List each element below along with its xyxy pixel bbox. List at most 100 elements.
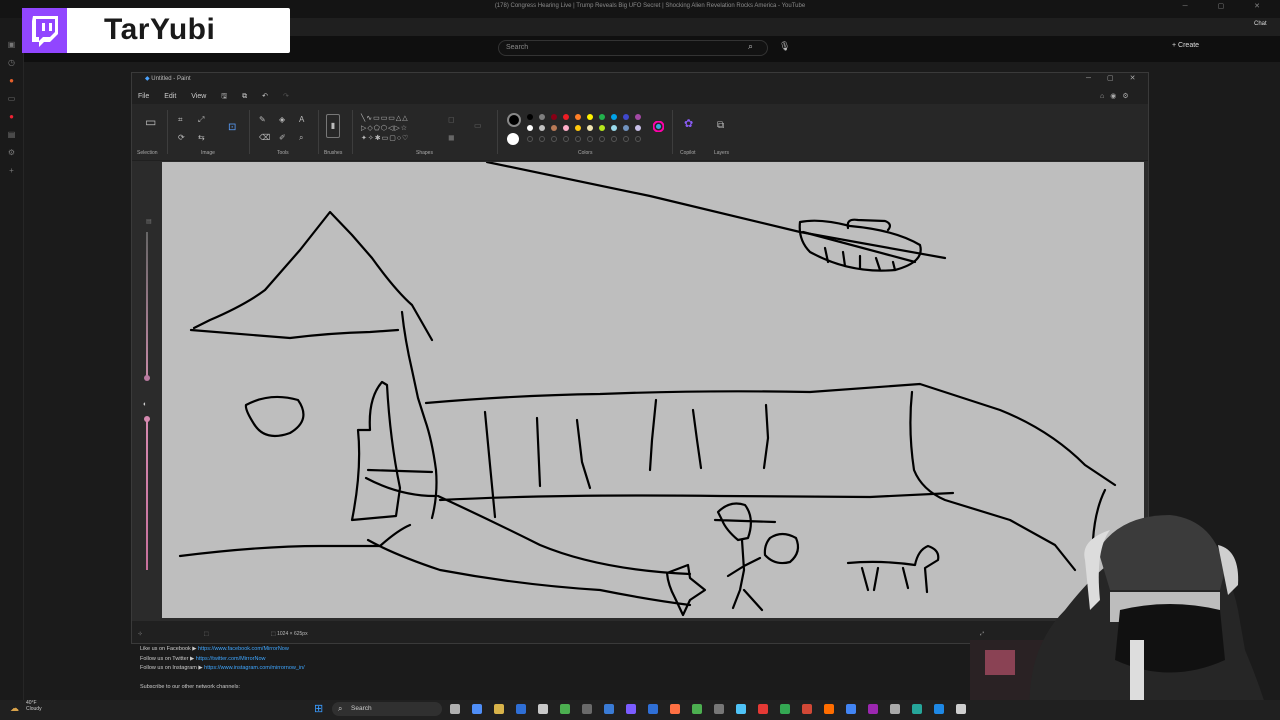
size-slider-track[interactable] bbox=[146, 232, 148, 377]
window-controls[interactable]: ─ ▢ ✕ bbox=[1183, 2, 1274, 10]
taskbar-app-icon[interactable] bbox=[912, 704, 922, 714]
rotate-icon[interactable]: ⟳ bbox=[178, 134, 185, 142]
empty-color-slot[interactable] bbox=[587, 136, 593, 142]
fill-icon[interactable]: ◈ bbox=[279, 116, 285, 124]
youtube-icon[interactable]: ● bbox=[7, 112, 16, 121]
text-icon[interactable]: A bbox=[299, 116, 304, 124]
taskbar-app-icon[interactable] bbox=[450, 704, 460, 714]
extension-icon[interactable]: ● bbox=[7, 76, 16, 85]
color-swatch[interactable] bbox=[527, 125, 533, 131]
color-swatch[interactable] bbox=[599, 114, 605, 120]
size-slider-thumb[interactable] bbox=[144, 375, 150, 381]
taskbar-app-icon[interactable] bbox=[670, 704, 680, 714]
flip-icon[interactable]: ⇆ bbox=[198, 134, 205, 142]
layers-icon[interactable]: ⧉ bbox=[717, 121, 724, 131]
image-select-icon[interactable]: ⊡ bbox=[228, 123, 236, 133]
taskbar-app-icon[interactable] bbox=[582, 704, 592, 714]
empty-color-slot[interactable] bbox=[527, 136, 533, 142]
settings-icon[interactable]: ⚙ bbox=[7, 148, 16, 157]
start-icon[interactable]: ⊞ bbox=[314, 702, 323, 715]
taskbar-app-icon[interactable] bbox=[934, 704, 944, 714]
shape-more-icon[interactable]: ▭ bbox=[474, 122, 482, 130]
taskbar-app-icon[interactable] bbox=[736, 704, 746, 714]
empty-color-slot[interactable] bbox=[539, 136, 545, 142]
copilot-icon[interactable]: ✿ bbox=[684, 119, 693, 130]
color-swatch[interactable] bbox=[611, 114, 617, 120]
outline-icon[interactable]: ◻ bbox=[448, 116, 455, 124]
fill-style-icon[interactable]: ◼ bbox=[448, 134, 455, 142]
color-swatch[interactable] bbox=[587, 114, 593, 120]
taskbar-app-icon[interactable] bbox=[846, 704, 856, 714]
notes-icon[interactable]: ▤ bbox=[7, 130, 16, 139]
brush-icon[interactable]: ▮ bbox=[326, 114, 340, 138]
primary-color[interactable] bbox=[507, 113, 521, 127]
empty-color-slot[interactable] bbox=[575, 136, 581, 142]
empty-color-slot[interactable] bbox=[623, 136, 629, 142]
redo-icon[interactable]: ↷ bbox=[283, 92, 289, 100]
color-swatch[interactable] bbox=[599, 125, 605, 131]
taskbar-app-icon[interactable] bbox=[758, 704, 768, 714]
eraser-icon[interactable]: ⌫ bbox=[259, 134, 270, 142]
save-icon[interactable]: 🖫 bbox=[221, 92, 227, 103]
resize-icon[interactable]: ⤢ bbox=[198, 116, 204, 124]
twitter-link[interactable]: https://twitter.com/MirrorNow bbox=[196, 656, 266, 662]
search-input[interactable] bbox=[498, 40, 768, 56]
color-swatch[interactable] bbox=[551, 125, 557, 131]
color-swatch[interactable] bbox=[575, 114, 581, 120]
paint-right-controls[interactable]: ⌂◉⚙ bbox=[1100, 92, 1135, 100]
paint-window-controls[interactable]: ─▢✕ bbox=[1086, 74, 1151, 82]
add-icon[interactable]: + bbox=[7, 166, 16, 175]
taskbar-app-icon[interactable] bbox=[516, 704, 526, 714]
color-swatch[interactable] bbox=[551, 114, 557, 120]
menu-file[interactable]: File bbox=[138, 93, 149, 100]
opacity-slider-thumb[interactable] bbox=[144, 416, 150, 422]
taskbar-app-icon[interactable] bbox=[868, 704, 878, 714]
magnifier-icon[interactable]: ⌕ bbox=[299, 134, 303, 142]
color-swatch[interactable] bbox=[575, 125, 581, 131]
shapes-gallery[interactable]: ╲∿▭▭▭△△ ▷◇⬠⬡◁▷☆ ✦✧✱▭▢○♡ bbox=[361, 114, 441, 144]
create-button[interactable]: + Create bbox=[1172, 42, 1199, 49]
empty-color-slot[interactable] bbox=[611, 136, 617, 142]
undo-icon[interactable]: ↶ bbox=[262, 92, 268, 100]
empty-color-slot[interactable] bbox=[635, 136, 641, 142]
taskbar-app-icon[interactable] bbox=[538, 704, 548, 714]
empty-color-slot[interactable] bbox=[599, 136, 605, 142]
color-swatch[interactable] bbox=[563, 125, 569, 131]
color-swatch[interactable] bbox=[539, 125, 545, 131]
facebook-link[interactable]: https://www.facebook.com/MirrorNow bbox=[198, 646, 289, 652]
taskbar-app-icon[interactable] bbox=[604, 704, 614, 714]
taskbar-app-icon[interactable] bbox=[494, 704, 504, 714]
crop-icon[interactable]: ⌗ bbox=[178, 116, 183, 124]
tabs-icon[interactable]: ▣ bbox=[7, 40, 16, 49]
share-icon[interactable]: ⧉ bbox=[242, 93, 247, 101]
folder-icon[interactable]: ▭ bbox=[7, 94, 16, 103]
taskbar-app-icon[interactable] bbox=[802, 704, 812, 714]
taskbar-app-icon[interactable] bbox=[956, 704, 966, 714]
taskbar-app-icon[interactable] bbox=[780, 704, 790, 714]
color-swatch[interactable] bbox=[635, 114, 641, 120]
taskbar-app-icon[interactable] bbox=[472, 704, 482, 714]
color-swatch[interactable] bbox=[539, 114, 545, 120]
history-icon[interactable]: ◷ bbox=[7, 58, 16, 67]
secondary-color[interactable] bbox=[507, 133, 519, 145]
taskbar-app-icon[interactable] bbox=[824, 704, 834, 714]
search-icon[interactable]: ⌕ bbox=[748, 41, 753, 52]
color-swatch[interactable] bbox=[623, 125, 629, 131]
taskbar-app-icon[interactable] bbox=[648, 704, 658, 714]
color-swatch[interactable] bbox=[623, 114, 629, 120]
selection-icon[interactable]: ▭ bbox=[145, 116, 156, 128]
color-swatch[interactable] bbox=[587, 125, 593, 131]
edit-colors-icon[interactable] bbox=[652, 120, 665, 133]
menu-view[interactable]: View bbox=[191, 93, 206, 100]
empty-color-slot[interactable] bbox=[563, 136, 569, 142]
weather-widget[interactable]: 40°F Cloudy bbox=[26, 700, 42, 712]
color-swatch[interactable] bbox=[611, 125, 617, 131]
color-swatch[interactable] bbox=[635, 125, 641, 131]
taskbar-app-icon[interactable] bbox=[560, 704, 570, 714]
opacity-slider-track[interactable] bbox=[146, 418, 148, 570]
taskbar-app-icon[interactable] bbox=[890, 704, 900, 714]
color-swatch[interactable] bbox=[563, 114, 569, 120]
menu-edit[interactable]: Edit bbox=[164, 93, 176, 100]
taskbar-app-icon[interactable] bbox=[626, 704, 636, 714]
empty-color-slot[interactable] bbox=[551, 136, 557, 142]
